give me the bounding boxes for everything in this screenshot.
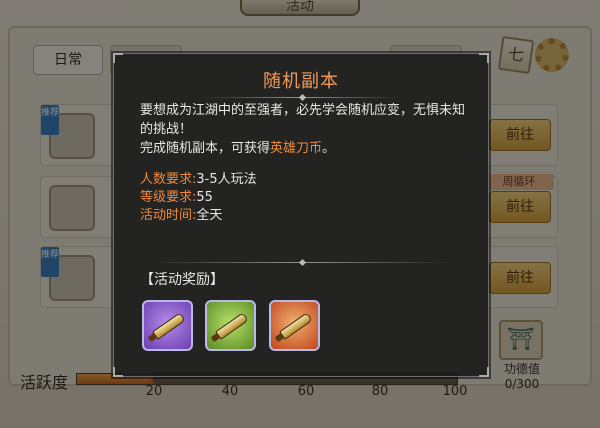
orange-dagger-icon	[279, 312, 313, 340]
hero-coin-highlight: 英雄刀币	[270, 141, 323, 156]
description-text: 。	[322, 141, 336, 156]
reward-title: 【活动奖励】	[140, 272, 224, 288]
requirements-list: 人数要求:3-5人玩法 等级要求:55 活动时间:全天	[140, 171, 257, 225]
activity-detail-popup: 随机副本 要想成为江湖中的至强者，必先学会随机应变，无惧未知的挑战！ 完成随机副…	[113, 53, 489, 377]
description-line: 要想成为江湖中的至强者，必先学会随机应变，无惧未知的挑战！	[140, 103, 466, 137]
corner-ornament	[479, 53, 489, 63]
green-dagger-icon	[215, 312, 249, 340]
corner-ornament	[113, 367, 123, 377]
popup-title: 随机副本	[263, 71, 339, 92]
purple-dagger-icon	[152, 312, 186, 340]
description-text: 完成随机副本，可获得	[140, 141, 271, 156]
reward-item-green-dagger[interactable]	[205, 300, 256, 351]
corner-ornament	[113, 53, 123, 63]
corner-ornament	[479, 367, 489, 377]
requirement-players: 人数要求:3-5人玩法	[140, 172, 257, 187]
requirement-time: 活动时间:全天	[140, 208, 223, 223]
section-divider	[154, 258, 450, 267]
activity-description: 要想成为江湖中的至强者，必先学会随机应变，无惧未知的挑战！ 完成随机副本，可获得…	[140, 101, 470, 158]
requirement-level: 等级要求:55	[140, 190, 213, 205]
reward-item-orange-dagger[interactable]	[269, 300, 320, 351]
title-divider	[204, 93, 400, 102]
reward-item-purple-dagger[interactable]	[142, 300, 193, 351]
description-line: 完成随机副本，可获得英雄刀币。	[140, 139, 470, 158]
